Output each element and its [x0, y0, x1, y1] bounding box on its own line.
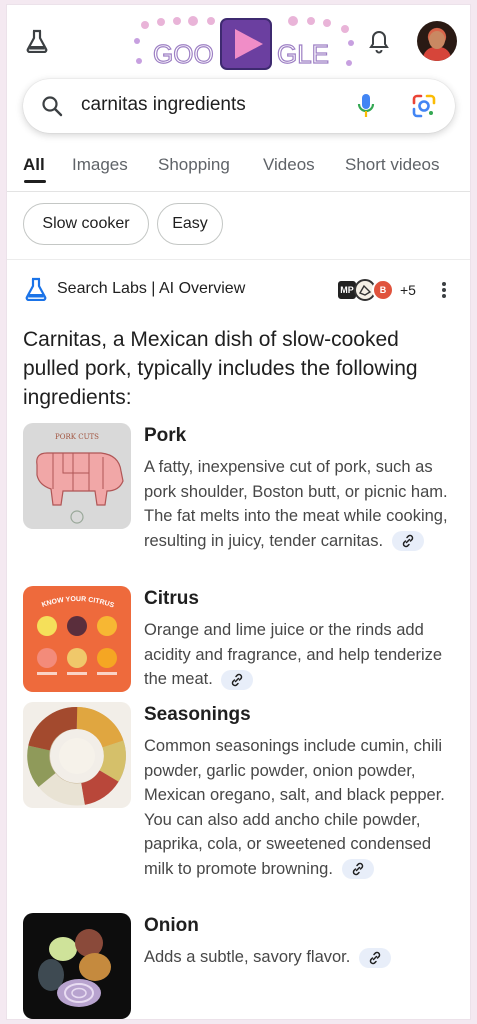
tab-active-indicator	[24, 180, 46, 183]
tab-shopping[interactable]: Shopping	[158, 155, 230, 175]
google-doodle[interactable]: GOO GLE	[123, 13, 361, 75]
ingredient-name: Onion	[144, 915, 199, 936]
link-icon[interactable]	[341, 859, 374, 880]
ai-overview-summary: Carnitas, a Mexican dish of slow-cooked …	[23, 328, 418, 409]
ingredient-description: Adds a subtle, savory flavor.	[144, 945, 456, 970]
citrus-thumb-label: KNOW YOUR CITRUS	[41, 596, 115, 610]
avatar-shirt	[423, 47, 451, 61]
ingredient-description: A fatty, inexpensive cut of pork, such a…	[144, 455, 456, 553]
labs-flask-icon	[25, 277, 47, 301]
ingredient-description: Orange and lime juice or the rinds add a…	[144, 618, 456, 692]
section-divider	[7, 259, 470, 260]
more-options-icon[interactable]	[439, 279, 449, 301]
more-sources-count[interactable]: +5	[400, 282, 416, 298]
mic-icon[interactable]	[357, 92, 375, 120]
ingredient-description-text: Adds a subtle, savory flavor.	[144, 948, 351, 966]
tab-all[interactable]: All	[23, 155, 45, 175]
ingredient-description-text: Orange and lime juice or the rinds add a…	[144, 621, 443, 688]
ingredient-pork: PORK CUTS Pork A fatty, inexpensive cut …	[23, 423, 458, 573]
search-tabs: All Images Shopping Videos Short videos	[7, 150, 470, 192]
tab-videos[interactable]: Videos	[263, 155, 315, 175]
ai-overview-title: Search Labs | AI Overview	[57, 280, 246, 297]
ingredient-description-text: Common seasonings include cumin, chili p…	[144, 737, 445, 878]
search-results-page: GOO GLE carnitas ingredients All Images …	[6, 4, 471, 1020]
bell-icon[interactable]	[367, 29, 391, 55]
ingredient-seasonings: Seasonings Common seasonings include cum…	[23, 702, 458, 912]
chip-easy[interactable]: Easy	[157, 203, 223, 245]
ingredient-description: Common seasonings include cumin, chili p…	[144, 734, 456, 881]
citrus-thumb-label-path: KNOW YOUR CITRUS	[41, 596, 115, 610]
link-icon[interactable]	[358, 947, 391, 968]
source-badge-b: B	[372, 279, 394, 301]
search-box[interactable]: carnitas ingredients	[23, 79, 455, 133]
tab-short-videos[interactable]: Short videos	[345, 155, 440, 175]
pork-cuts-image[interactable]: PORK CUTS	[23, 423, 131, 529]
link-icon[interactable]	[221, 669, 254, 690]
google-lens-icon[interactable]	[411, 93, 437, 119]
ai-overview-header: Search Labs | AI Overview MP B +5	[23, 275, 458, 305]
ingredient-onion: Onion Adds a subtle, savory flavor.	[23, 913, 458, 1019]
search-input[interactable]: carnitas ingredients	[81, 94, 246, 116]
ingredient-citrus: KNOW YOUR CITRUS Citrus Orange and lime …	[23, 586, 458, 694]
doodle-letters-right: GLE	[277, 39, 329, 69]
source-badges[interactable]: MP B	[336, 277, 398, 301]
chip-slow-cooker[interactable]: Slow cooker	[23, 203, 149, 245]
search-icon	[42, 96, 63, 117]
ingredient-name: Citrus	[144, 588, 199, 609]
tab-images[interactable]: Images	[72, 155, 128, 175]
flask-icon[interactable]	[23, 27, 51, 55]
doodle-letters-left: GOO	[153, 39, 214, 69]
ingredient-name: Pork	[144, 425, 187, 446]
avatar-face	[429, 31, 445, 49]
onions-image[interactable]	[23, 913, 131, 1019]
seasonings-image[interactable]	[23, 702, 131, 808]
avatar[interactable]	[417, 21, 457, 61]
citrus-chart-image[interactable]: KNOW YOUR CITRUS	[23, 586, 131, 692]
ingredient-name: Seasonings	[144, 704, 251, 725]
pork-thumb-label: PORK CUTS	[55, 433, 99, 441]
link-icon[interactable]	[391, 531, 424, 552]
top-bar: GOO GLE	[7, 5, 470, 81]
